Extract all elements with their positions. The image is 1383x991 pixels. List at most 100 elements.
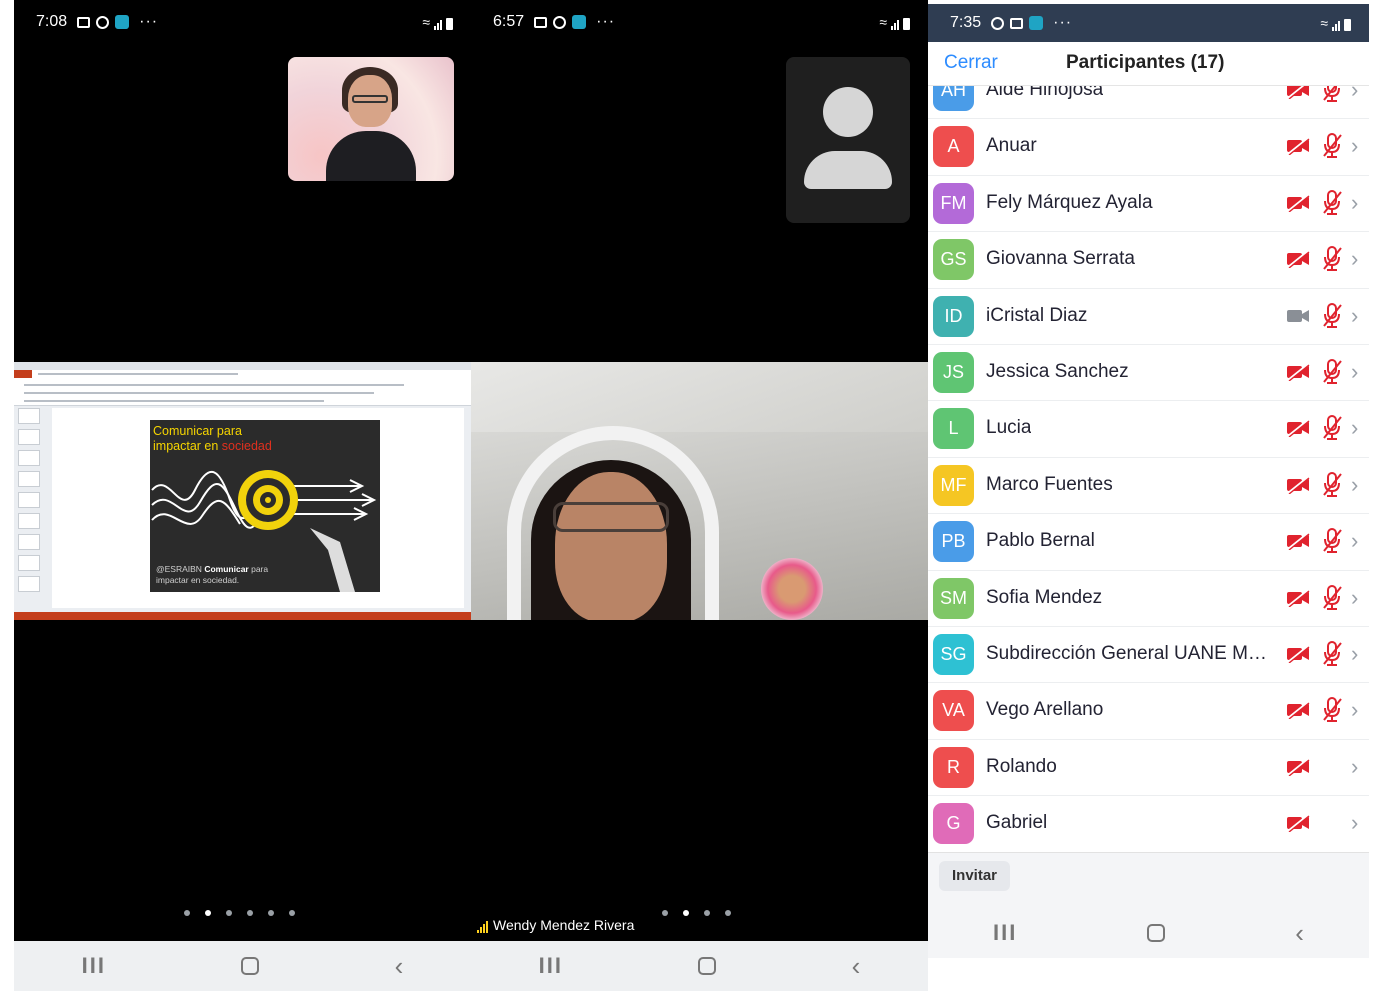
participant-row[interactable]: VA Vego Arellano › xyxy=(928,683,1369,740)
status-bar: 6:57 ··· ≈ xyxy=(471,0,928,44)
participant-name: Marco Fuentes xyxy=(986,473,1113,495)
participant-name: Giovanna Serrata xyxy=(986,248,1135,270)
mic-muted-icon xyxy=(1323,697,1342,723)
video-off-icon xyxy=(1287,588,1310,607)
back-button[interactable]: ‹ xyxy=(852,951,861,982)
chevron-right-icon[interactable]: › xyxy=(1351,190,1358,216)
participant-row[interactable]: SM Sofia Mendez › xyxy=(928,571,1369,627)
participant-name: Gabriel xyxy=(986,812,1048,834)
chevron-right-icon[interactable]: › xyxy=(1351,528,1358,554)
home-button[interactable] xyxy=(698,957,717,975)
video-off-icon xyxy=(1287,419,1310,438)
participant-name: Sofia Mendez xyxy=(986,586,1103,608)
chevron-right-icon[interactable]: › xyxy=(1351,641,1358,667)
participant-row[interactable]: SG Subdirección General UANE MAT... › xyxy=(928,627,1369,684)
signal-icon xyxy=(434,20,442,30)
chevron-right-icon[interactable]: › xyxy=(1351,303,1358,329)
participants-footer: Invitar xyxy=(928,852,1369,908)
participant-row[interactable]: GS Giovanna Serrata › xyxy=(928,232,1369,289)
participant-list[interactable]: AH Aide Hinojosa › A Anuar › FM Fely Márquez Ay… xyxy=(928,63,1369,851)
mic-muted-icon xyxy=(1323,640,1342,666)
page-dot[interactable] xyxy=(205,910,211,916)
page-dot[interactable] xyxy=(184,910,190,916)
avatar-body-icon xyxy=(804,151,892,189)
active-speaker-video[interactable] xyxy=(471,362,928,620)
page-indicator[interactable] xyxy=(184,910,295,916)
page-indicator[interactable] xyxy=(662,910,731,916)
chevron-right-icon[interactable]: › xyxy=(1351,415,1358,441)
back-button[interactable]: ‹ xyxy=(395,951,404,982)
page-dot[interactable] xyxy=(683,910,689,916)
participant-avatar: MF xyxy=(933,464,974,506)
page-dot[interactable] xyxy=(226,910,232,916)
participant-row[interactable]: L Lucia › xyxy=(928,401,1369,458)
app-notification-icon xyxy=(572,15,587,29)
more-notifications-icon: ··· xyxy=(1053,14,1073,31)
page-dot[interactable] xyxy=(247,910,253,916)
participant-row[interactable]: A Anuar › xyxy=(928,119,1369,176)
participant-avatar: A xyxy=(933,126,974,168)
chevron-right-icon[interactable]: › xyxy=(1351,754,1358,780)
video-on-icon xyxy=(1287,309,1309,322)
participant-row[interactable]: PB Pablo Bernal › xyxy=(928,514,1369,571)
participant-avatar: G xyxy=(933,803,974,845)
video-off-icon xyxy=(1287,532,1310,551)
participant-name: Subdirección General UANE MAT... xyxy=(986,642,1276,664)
close-button[interactable]: Cerrar xyxy=(944,52,998,74)
participant-row[interactable]: R Rolando › xyxy=(928,740,1369,797)
more-notifications-icon: ··· xyxy=(139,13,159,30)
participants-header: Cerrar Participantes (17) xyxy=(928,42,1369,86)
participant-row[interactable]: FM Fely Márquez Ayala › xyxy=(928,176,1369,233)
mic-muted-icon xyxy=(1323,358,1342,384)
chevron-right-icon[interactable]: › xyxy=(1351,133,1358,159)
wifi-icon: ≈ xyxy=(422,14,430,30)
home-button[interactable] xyxy=(241,957,260,975)
invite-button[interactable]: Invitar xyxy=(939,861,1011,891)
recent-apps-button[interactable]: III xyxy=(993,920,1017,946)
video-off-icon xyxy=(1287,194,1310,212)
ppt-title-bar xyxy=(14,362,471,370)
phone-screen-3: 7:35 ··· ≈ Cerrar Participantes (17) AH A… xyxy=(928,0,1369,991)
video-off-icon xyxy=(1287,250,1310,269)
participant-name: Rolando xyxy=(986,755,1057,777)
participant-row[interactable]: ID iCristal Diaz › xyxy=(928,289,1369,345)
chevron-right-icon[interactable]: › xyxy=(1351,472,1358,498)
app-notification-icon xyxy=(1029,16,1044,30)
chevron-right-icon[interactable]: › xyxy=(1351,246,1358,272)
status-time: 6:57 xyxy=(493,13,525,30)
page-dot[interactable] xyxy=(704,910,710,916)
participant-row[interactable]: G Gabriel › xyxy=(928,796,1369,851)
participant-avatar: SG xyxy=(933,633,974,675)
mic-muted-icon xyxy=(1323,133,1342,159)
mic-muted-icon xyxy=(1323,189,1342,215)
whatsapp-notification-icon xyxy=(96,15,110,29)
page-dot[interactable] xyxy=(268,910,274,916)
status-bar: 7:08 ··· ≈ xyxy=(14,0,471,44)
self-video-thumbnail[interactable] xyxy=(288,57,454,181)
ppt-slide-thumbnails xyxy=(18,408,44,608)
page-dot[interactable] xyxy=(289,910,295,916)
participant-avatar: FM xyxy=(933,182,974,224)
video-off-icon xyxy=(1287,363,1310,381)
recent-apps-button[interactable]: III xyxy=(539,953,563,979)
chevron-right-icon[interactable]: › xyxy=(1351,810,1358,836)
home-button[interactable] xyxy=(1147,924,1166,942)
participant-avatar: VA xyxy=(933,690,974,732)
whatsapp-notification-icon xyxy=(991,16,1005,30)
chevron-right-icon[interactable]: › xyxy=(1351,697,1358,723)
back-button[interactable]: ‹ xyxy=(1295,918,1304,949)
participant-row[interactable]: JS Jessica Sanchez › xyxy=(928,345,1369,402)
page-dot[interactable] xyxy=(662,910,668,916)
mic-muted-icon xyxy=(1323,302,1342,328)
chevron-right-icon[interactable]: › xyxy=(1351,585,1358,611)
no-video-avatar-tile[interactable] xyxy=(786,57,910,223)
battery-icon xyxy=(446,18,453,30)
participant-row[interactable]: MF Marco Fuentes › xyxy=(928,458,1369,515)
page-dot[interactable] xyxy=(725,910,731,916)
participant-name: Jessica Sanchez xyxy=(986,360,1129,382)
chevron-right-icon[interactable]: › xyxy=(1351,359,1358,385)
app-notification-icon xyxy=(115,15,130,29)
recent-apps-button[interactable]: III xyxy=(82,953,106,979)
video-off-icon xyxy=(1287,475,1310,494)
shared-screen-powerpoint[interactable]: Comunicar para impactar en sociedad @ESR… xyxy=(14,362,471,620)
